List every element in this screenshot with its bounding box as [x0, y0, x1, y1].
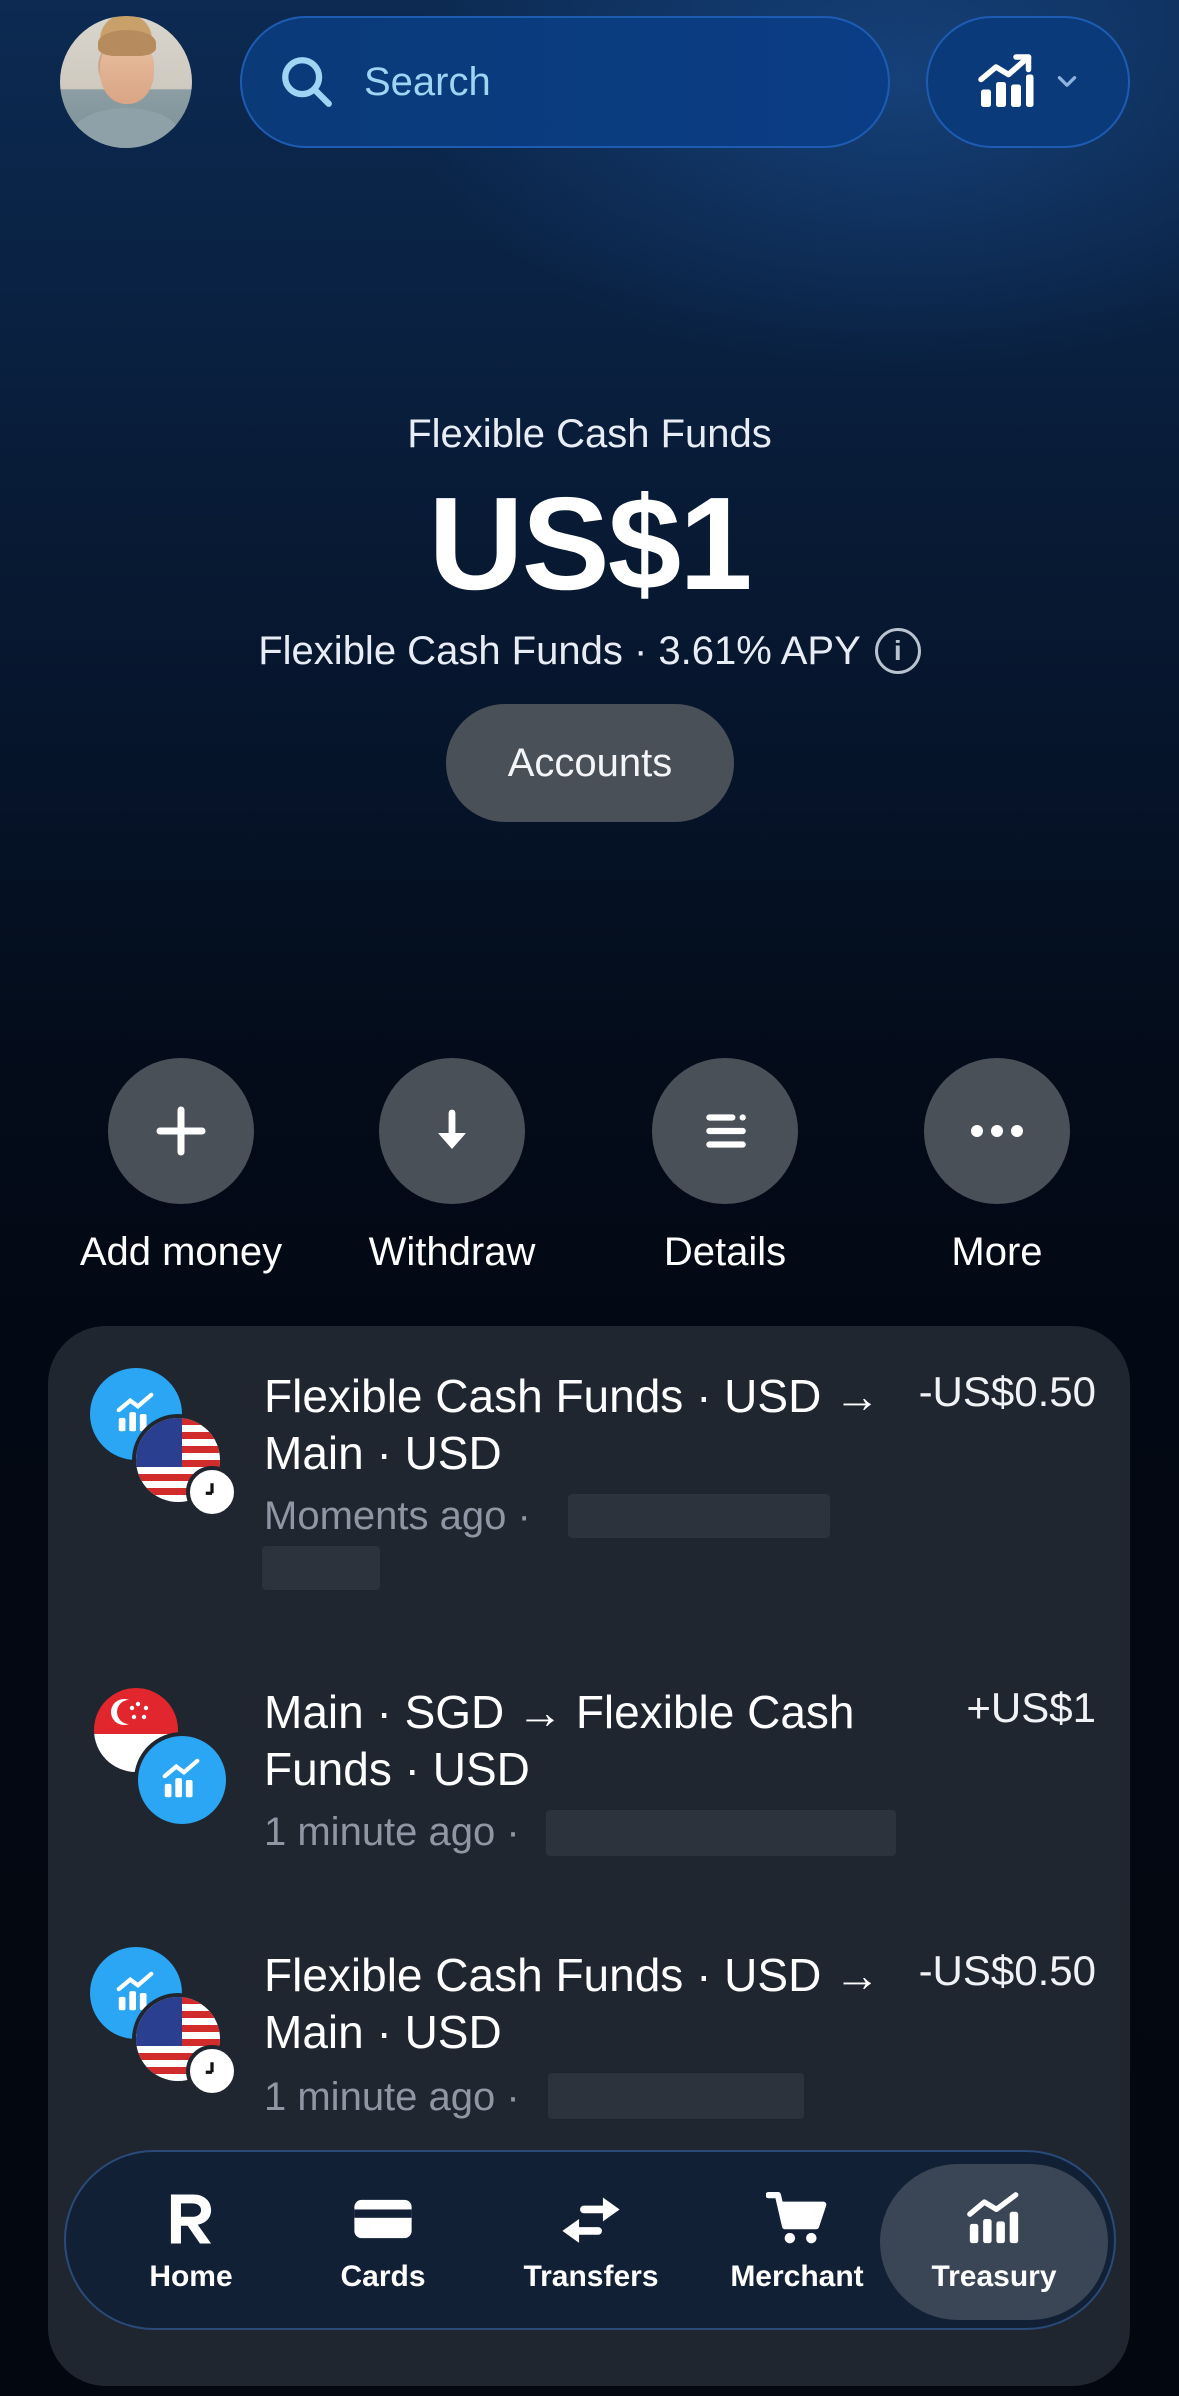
- details-icon: [706, 1114, 746, 1148]
- plus-icon: [156, 1106, 206, 1156]
- transfer-arrows-icon: [562, 2197, 620, 2243]
- cart-icon: [766, 2192, 827, 2244]
- nav-label-merchant: Merchant: [730, 2260, 864, 2293]
- details-action[interactable]: Details: [595, 1058, 855, 1275]
- balance-apy-text: Flexible Cash Funds · 3.61% APY: [258, 628, 861, 673]
- transaction-amount: -US$0.50: [918, 1368, 1096, 1415]
- flexible-funds-icon: [134, 1732, 230, 1828]
- nav-label-home: Home: [149, 2260, 233, 2293]
- chevron-down-icon: [1057, 76, 1077, 87]
- nav-label-treasury: Treasury: [931, 2260, 1057, 2293]
- treasury-chart-icon: [967, 2192, 1019, 2244]
- chart-growth-icon: [978, 54, 1034, 107]
- redacted-text: [546, 1810, 896, 1856]
- bottom-nav: Home Cards Transfers Merchant Treasury: [64, 2150, 1116, 2330]
- nav-item-merchant[interactable]: Merchant: [702, 2152, 892, 2332]
- search-icon: [282, 57, 332, 107]
- add-money-action[interactable]: Add money: [51, 1058, 311, 1275]
- nav-item-transfers[interactable]: Transfers: [496, 2152, 686, 2332]
- transaction-icons: [90, 1684, 240, 1834]
- transaction-title: Main · SGD → Flexible Cash Funds · USD: [264, 1686, 855, 1795]
- balance-label: Flexible Cash Funds: [407, 412, 772, 456]
- transaction-icons: [90, 1947, 240, 2097]
- transaction-time: Moments ago ·: [264, 1494, 531, 1538]
- clock-icon: [186, 1466, 238, 1518]
- transaction-icons: [90, 1368, 240, 1518]
- withdraw-label: Withdraw: [368, 1230, 536, 1274]
- nav-label-transfers: Transfers: [523, 2260, 659, 2293]
- revolut-logo-icon: [170, 2194, 212, 2244]
- details-button[interactable]: [652, 1058, 798, 1204]
- avatar[interactable]: [60, 16, 192, 148]
- transaction-row[interactable]: Main · SGD → Flexible Cash Funds · USD +…: [48, 1684, 1130, 1864]
- more-button[interactable]: [924, 1058, 1070, 1204]
- nav-item-home[interactable]: Home: [106, 2152, 276, 2332]
- transaction-time: 1 minute ago ·: [264, 2075, 520, 2119]
- redacted-text: [548, 2073, 804, 2119]
- transaction-amount: -US$0.50: [918, 1947, 1096, 1994]
- balance-subtitle: Flexible Cash Funds · 3.61% APY i: [0, 628, 1179, 674]
- withdraw-button[interactable]: [379, 1058, 525, 1204]
- info-icon[interactable]: i: [874, 628, 921, 674]
- redacted-text: [262, 1546, 380, 1590]
- transaction-title: Flexible Cash Funds · USD → Main · USD: [264, 1949, 881, 2058]
- transaction-row[interactable]: Flexible Cash Funds · USD → Main · USD -…: [48, 1947, 1130, 2147]
- search-bar[interactable]: Search: [240, 16, 890, 148]
- nav-label-cards: Cards: [340, 2260, 426, 2293]
- more-action[interactable]: More: [867, 1058, 1127, 1275]
- transaction-title: Flexible Cash Funds · USD → Main · USD: [264, 1370, 881, 1479]
- accounts-button[interactable]: Accounts: [446, 704, 734, 822]
- search-placeholder: Search: [364, 59, 491, 104]
- nav-item-cards[interactable]: Cards: [298, 2152, 468, 2332]
- add-money-label: Add money: [79, 1230, 283, 1274]
- clock-icon: [186, 2045, 238, 2097]
- nav-item-treasury[interactable]: Treasury: [904, 2152, 1084, 2332]
- add-money-button[interactable]: [108, 1058, 254, 1204]
- transaction-row[interactable]: Flexible Cash Funds · USD → Main · USD -…: [48, 1368, 1130, 1598]
- card-icon: [354, 2199, 412, 2239]
- redacted-text: [568, 1494, 830, 1538]
- analytics-dropdown-button[interactable]: [926, 16, 1130, 148]
- more-label: More: [951, 1230, 1043, 1274]
- more-dots-icon: [971, 1125, 1023, 1137]
- withdraw-action[interactable]: Withdraw: [322, 1058, 582, 1275]
- details-label: Details: [663, 1230, 787, 1274]
- balance-amount: US$1: [428, 470, 752, 617]
- transaction-amount: +US$1: [966, 1684, 1096, 1731]
- transaction-time: 1 minute ago ·: [264, 1810, 520, 1854]
- arrow-down-icon: [438, 1109, 466, 1149]
